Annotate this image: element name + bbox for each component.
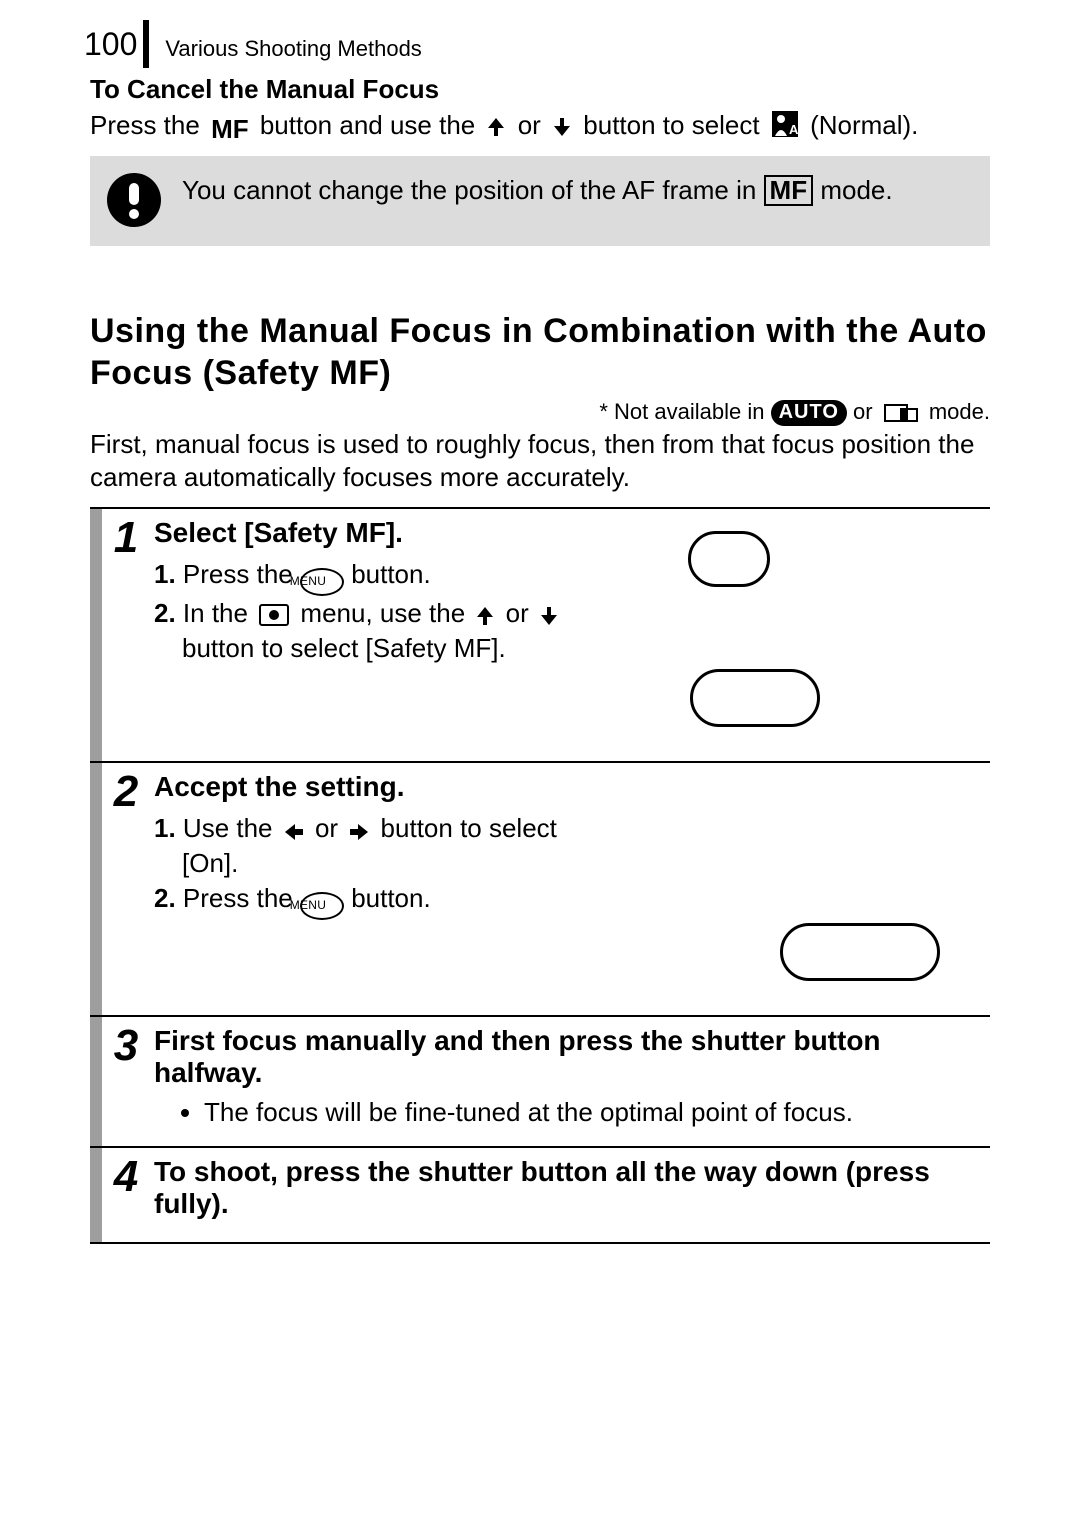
step-substeps: 1. Press the MENU button. 2. In the menu… [154,557,584,666]
step-row: 2 Accept the setting. 1. Use the or butt… [90,763,990,1017]
cancel-mf-heading: To Cancel the Manual Focus [90,74,990,105]
mf-mode-icon: MF [764,175,814,206]
arrow-down-icon [552,116,572,138]
availability-note: * Not available in AUTO or mode. [90,399,990,426]
step-number: 1 [102,509,150,761]
substep: 1. Use the or button to select [On]. [154,811,584,881]
menu-button-icon: MENU [300,568,344,596]
header-section-title: Various Shooting Methods [165,36,421,62]
page-header: 100 Various Shooting Methods [84,20,1080,68]
step-body: First focus manually and then press the … [150,1017,990,1146]
page-number: 100 [84,26,137,63]
substep-number: 1. [154,559,176,589]
step-substeps: 1. Use the or button to select [On]. 2. … [154,811,584,920]
substep-number: 1. [154,813,176,843]
normal-mode-icon: A [771,110,799,138]
warning-text: You cannot change the position of the AF… [182,174,966,208]
text: or [498,598,536,628]
warning-icon [106,172,162,228]
step-title: Accept the setting. [154,771,984,803]
illustration-placeholder [780,923,940,981]
step-number: 3 [102,1017,150,1146]
step-title: To shoot, press the shutter button all t… [154,1156,984,1220]
text: mode. [929,399,990,424]
step-row: 3 First focus manually and then press th… [90,1017,990,1148]
substep: 2. Press the MENU button. [154,881,584,920]
arrow-down-icon [540,606,558,626]
text: button. [344,559,431,589]
arrow-up-icon [476,606,494,626]
rec-menu-icon [259,604,289,626]
arrow-left-icon [284,823,304,841]
text: button and use the [260,110,483,140]
step-bar [90,1148,102,1242]
text: Press the [176,883,300,913]
text: or [853,399,879,424]
steps-table: 1 Select [Safety MF]. 1. Press the MENU … [90,507,990,1244]
text: Press the [176,559,300,589]
text: In the [176,598,256,628]
step-bar [90,1017,102,1146]
header-divider [143,20,149,68]
bullet-item: The focus will be fine-tuned at the opti… [204,1097,984,1128]
text: button to select [Safety MF]. [182,633,506,663]
text: or [518,110,548,140]
substep-number: 2. [154,598,176,628]
illustration-placeholder [690,669,820,727]
step-number: 4 [102,1148,150,1242]
illustration-placeholder [688,531,770,587]
text: * Not available in [599,399,770,424]
text: or [308,813,346,843]
step-bar [90,509,102,761]
text: Use the [176,813,280,843]
cancel-mf-body: Press the MF button and use the or butto… [90,109,990,146]
substep-number: 2. [154,883,176,913]
manual-page: 100 Various Shooting Methods To Cancel t… [0,0,1080,1521]
text: button to select [583,110,767,140]
step-bullets: The focus will be fine-tuned at the opti… [154,1097,984,1128]
stitch-assist-mode-icon [883,401,919,423]
step-number: 2 [102,763,150,1015]
arrow-up-icon [486,116,506,138]
text: mode. [820,175,892,205]
step-row: 1 Select [Safety MF]. 1. Press the MENU … [90,509,990,763]
text: (Normal). [810,110,918,140]
text: button. [344,883,431,913]
text: menu, use the [293,598,472,628]
substep: 1. Press the MENU button. [154,557,584,596]
text: Press the [90,110,207,140]
warning-box: You cannot change the position of the AF… [90,156,990,246]
step-body: Select [Safety MF]. 1. Press the MENU bu… [150,509,990,761]
text: You cannot change the position of the AF… [182,175,764,205]
step-title: First focus manually and then press the … [154,1025,984,1089]
svg-text:A: A [789,122,799,137]
arrow-right-icon [349,823,369,841]
substep: 2. In the menu, use the or button to sel… [154,596,584,666]
mf-button-label: MF [211,113,249,146]
section-intro: First, manual focus is used to roughly f… [90,428,990,496]
step-bar [90,763,102,1015]
step-row: 4 To shoot, press the shutter button all… [90,1148,990,1244]
section-heading: Using the Manual Focus in Combination wi… [90,310,990,395]
auto-mode-icon: AUTO [771,400,847,426]
step-title: Select [Safety MF]. [154,517,984,549]
step-body: To shoot, press the shutter button all t… [150,1148,990,1242]
menu-button-icon: MENU [300,892,344,920]
